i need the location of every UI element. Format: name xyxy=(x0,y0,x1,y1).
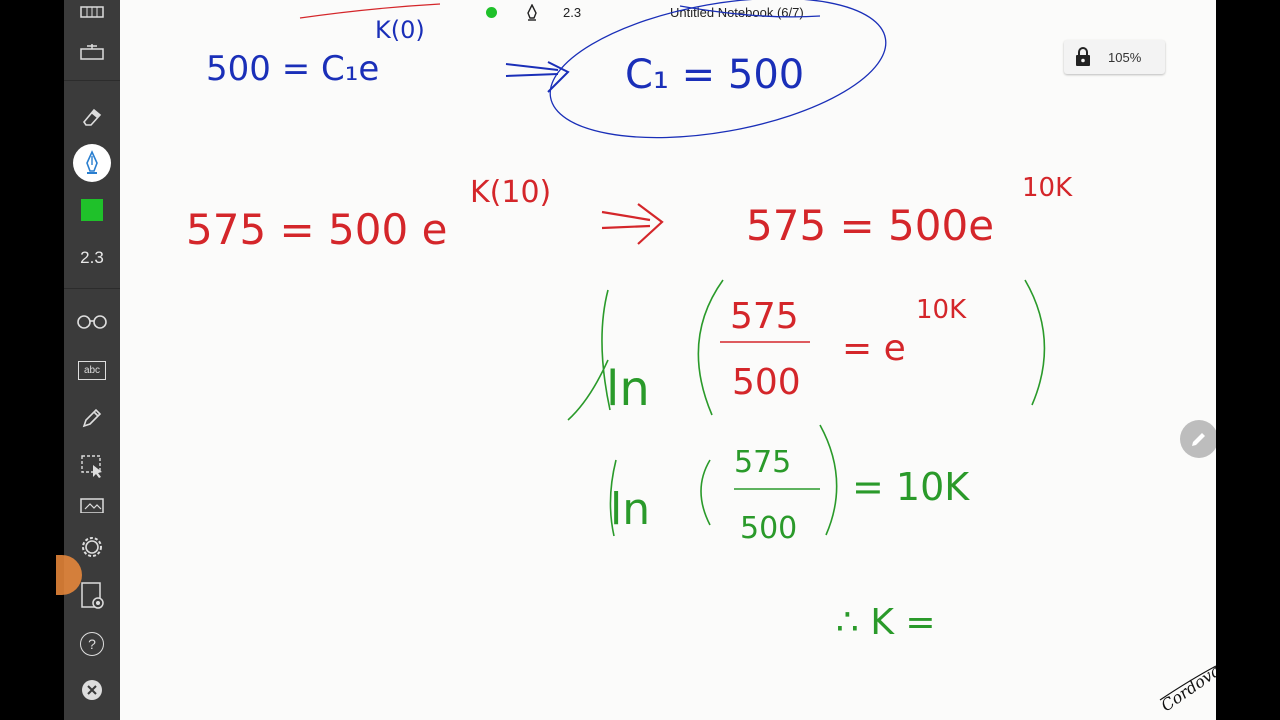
text-box-label: abc xyxy=(78,360,106,380)
eq5: ∴ K = xyxy=(836,602,936,643)
eq4-den: 500 xyxy=(740,511,797,546)
handwriting-layer: 500 = C₁e K(0) C₁ = 500 575 = 500 e K(10… xyxy=(186,0,1216,716)
lock-icon[interactable] xyxy=(1072,46,1094,68)
text-box-icon[interactable]: abc xyxy=(72,350,112,390)
eq1-right: C₁ = 500 xyxy=(625,52,804,98)
eq1-exp: K(0) xyxy=(375,16,425,44)
eq2-left: 575 = 500 e xyxy=(186,205,447,254)
glasses-icon[interactable] xyxy=(72,302,112,342)
eq3-den: 500 xyxy=(732,362,801,403)
eq4-eq: = 10K xyxy=(852,465,970,509)
grid-icon[interactable] xyxy=(72,0,112,22)
eraser-icon[interactable] xyxy=(72,96,112,136)
signature: Cordova xyxy=(1157,661,1216,716)
pencil-icon xyxy=(1192,433,1205,446)
settings-gear-icon[interactable] xyxy=(72,527,112,567)
eq2-right: 575 = 500e xyxy=(746,201,994,250)
eq3-ln: ln xyxy=(606,361,650,417)
eq3-exp: 10K xyxy=(916,295,967,325)
help-icon[interactable]: ? xyxy=(72,624,112,664)
color-swatch[interactable] xyxy=(72,190,112,230)
image-icon[interactable] xyxy=(72,494,112,516)
version-label: 2.3 xyxy=(80,248,104,267)
eq1-left: 500 = C₁e xyxy=(206,49,379,89)
ruler-icon[interactable] xyxy=(72,32,112,72)
pen-icon[interactable] xyxy=(72,143,112,183)
eq4-ln: ln xyxy=(610,484,650,535)
floating-pen-button[interactable] xyxy=(1180,420,1216,458)
close-icon[interactable] xyxy=(72,670,112,710)
eq3-num: 575 xyxy=(730,296,799,337)
highlighter-icon[interactable] xyxy=(72,398,112,438)
eq4-num: 575 xyxy=(734,445,791,480)
zoom-level: 105% xyxy=(1108,49,1142,65)
left-toolbar: 2.3 abc ? xyxy=(64,0,120,720)
zoom-indicator[interactable]: 105% xyxy=(1064,40,1165,74)
eq2-right-exp: 10K xyxy=(1022,173,1073,203)
eq2-left-exp: K(10) xyxy=(470,175,551,210)
help-label: ? xyxy=(80,632,104,656)
selection-icon[interactable] xyxy=(72,446,112,486)
eq3-eq: = e xyxy=(842,328,906,369)
notebook-canvas[interactable]: 2.3 Untitled Notebook (6/7) 500 = C₁e K(… xyxy=(120,0,1216,720)
